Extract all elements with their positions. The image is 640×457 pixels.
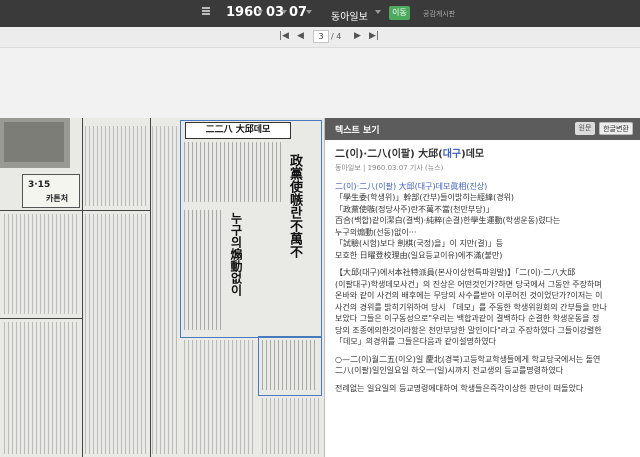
article-text-body: 二(이)·二八(이팔) 大邱(대구)데모 동아일보 | 1960.03.07 기… bbox=[335, 148, 631, 457]
first-page-icon[interactable]: |◀ bbox=[279, 31, 289, 41]
article-line: 【大邱(대구)에서本社特派員(본사이상현특파원발)】「二(이)·二八大邱 bbox=[335, 268, 576, 277]
advert-text: 카튼처 bbox=[46, 194, 69, 203]
page-total: / 4 bbox=[331, 32, 342, 41]
article-line: 「政黨使嗾(정당사주)란不萬不當(천만부당)」 bbox=[335, 204, 494, 214]
article-meta: 동아일보 | 1960.03.07 기사 (뉴스) bbox=[335, 164, 444, 172]
shared-board-link[interactable]: 공감게시판 bbox=[423, 9, 455, 19]
article-line: 「學生委(학생위)」幹部(간부)들이밝히는經緯(경위) bbox=[335, 193, 515, 202]
text-view-panel: 텍스트 보기 원문 한글변환 二(이)·二八(이팔) 大邱(대구)데모 동아일보… bbox=[324, 118, 640, 457]
next-page-icon[interactable]: ▶ bbox=[354, 31, 361, 41]
panel-title: 텍스트 보기 bbox=[335, 126, 380, 136]
newspaper-page-image[interactable]: 3·15 카튼처 二二八 大邱데모 政黨使嗾란不萬不 누구의煽動없이 bbox=[0, 118, 324, 457]
photo-image bbox=[4, 122, 64, 162]
chevron-down-icon[interactable] bbox=[257, 10, 263, 14]
chevron-down-icon[interactable] bbox=[375, 10, 381, 14]
article-line: 보았다 그들은 이구동성으로"우리는 백합과같이 결백하다 순결한 학생운동을 … bbox=[335, 314, 600, 323]
menu-icon[interactable] bbox=[202, 7, 210, 15]
text-column bbox=[262, 398, 320, 454]
article-line: 사건의 경위를 밝히기위하여 당시 「데모」를 주동한 학생위원회의 간부들을 … bbox=[335, 302, 607, 312]
advert-badge: 3·15 bbox=[28, 180, 51, 190]
article-line: 「試驗(시험)보다 劍棋(국정)을」이 지만(결)」등 bbox=[335, 239, 504, 248]
article-line: 당의 조종에의한것이라함은 천만부당한 말인이다"라고 주장하였다 그들이강렬한 bbox=[335, 325, 602, 335]
article-line: (이팔대구)학생데모사건」의 진상은 어떤것인가?하면 당국에서 그동안 주장하… bbox=[335, 279, 602, 289]
text-column bbox=[152, 126, 178, 454]
column-divider bbox=[150, 118, 151, 457]
article-headline: 二二八 大邱데모 bbox=[185, 122, 291, 139]
article-line: 百合(백합)같이潔白(결백)·純粹(순결)한學生運動(학생운동)렸다는 bbox=[335, 216, 561, 225]
article-line: 온바와 같이 사건의 배후에는 무당의 사수를받아 이루어진 것이었단가?이저는… bbox=[335, 291, 603, 300]
viewer-background bbox=[0, 48, 640, 118]
row-divider bbox=[0, 318, 82, 319]
newspaper-select[interactable]: 동아일보 bbox=[331, 8, 368, 23]
page-number-input[interactable]: 3 bbox=[313, 30, 329, 43]
hangul-convert-button[interactable]: 한글변환 bbox=[599, 122, 633, 135]
panel-header: 텍스트 보기 원문 한글변환 bbox=[325, 118, 640, 140]
move-button[interactable]: 이동 bbox=[389, 6, 410, 20]
row-divider bbox=[0, 210, 150, 211]
chevron-down-icon[interactable] bbox=[281, 10, 287, 14]
article-text bbox=[262, 340, 316, 390]
text-column bbox=[4, 214, 78, 314]
article-line: ○—二(이)월二五(이오)일 慶北(경북)고등학교학생들에게 학교당국에서는 돌… bbox=[335, 354, 601, 364]
prev-page-icon[interactable]: ◀ bbox=[297, 31, 304, 41]
chevron-down-icon[interactable] bbox=[306, 10, 312, 14]
article-text bbox=[184, 142, 284, 202]
article-title: 二(이)·二八(이팔) 大邱(대구)데모 bbox=[335, 149, 485, 160]
top-bar: 1960 03 07 동아일보 이동 공감게시판 bbox=[0, 0, 640, 27]
column-divider bbox=[82, 118, 83, 457]
article-line: 二八(이팔)일인일요일 하오一(일)시까지 전교생의 등교를명령하였다 bbox=[335, 366, 564, 375]
text-column bbox=[85, 126, 147, 206]
article-line: 모호한 日曜登校理由(일요등교이유)에不滿(불만) bbox=[335, 250, 503, 260]
article-subheadline: 政黨使嗾란不萬不 bbox=[287, 154, 302, 258]
article-line: 전례없는 일요일의 등교명령에대하여 학생들은즉각이상한 판단이 떠돌았다 bbox=[335, 383, 584, 393]
day-select[interactable]: 07 bbox=[289, 5, 307, 20]
article-line: 누구의煽動(선동)없이··· bbox=[335, 227, 417, 237]
text-column bbox=[184, 340, 254, 454]
article-line: 「데모」의경위를 그들은다음과 같이설명하였다 bbox=[335, 337, 496, 346]
page-navigation: |◀ ◀ 3 / 4 ▶ ▶| bbox=[0, 27, 640, 48]
text-column bbox=[85, 214, 147, 454]
article-line: 二(이)·二八(이팔) 大邱(대구)데모眞相(진상) bbox=[335, 181, 488, 191]
original-text-button[interactable]: 원문 bbox=[575, 122, 595, 135]
text-column bbox=[4, 322, 78, 454]
article-subheadline: 누구의煽動없이 bbox=[229, 212, 243, 296]
article-text bbox=[184, 210, 224, 330]
last-page-icon[interactable]: ▶| bbox=[369, 31, 379, 41]
